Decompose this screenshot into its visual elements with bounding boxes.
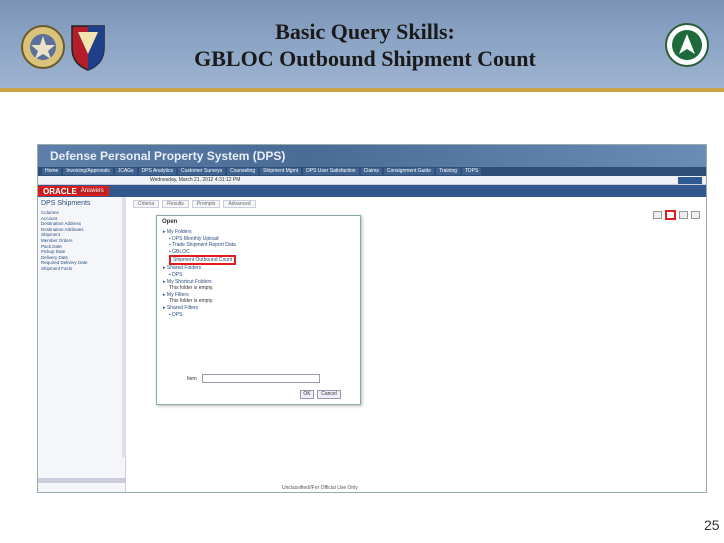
tab-results[interactable]: Results bbox=[162, 200, 189, 208]
tab-criteria[interactable]: Criteria bbox=[133, 200, 160, 208]
tree-folder[interactable]: ▸ My Filters bbox=[163, 292, 353, 299]
footer-classification: Unclassified//For Official Use Only bbox=[282, 485, 358, 491]
nav-tab[interactable]: TDPS bbox=[461, 168, 482, 175]
title-line-1: Basic Query Skills: bbox=[275, 19, 455, 44]
app-title: Defense Personal Property System (DPS) bbox=[50, 149, 286, 163]
tree-item-selected[interactable]: Shipment Outbound Count bbox=[169, 255, 237, 266]
cancel-button[interactable]: Cancel bbox=[317, 390, 341, 399]
tree-item[interactable]: ▪ DPS bbox=[163, 272, 353, 279]
nav-tab[interactable]: DPS User Satisfaction bbox=[303, 168, 359, 175]
tree-item[interactable]: ▪ Trade Shipment Report Data bbox=[163, 242, 353, 249]
tree-label: DPS bbox=[172, 311, 183, 318]
page-number: 25 bbox=[704, 517, 720, 533]
tree-folder[interactable]: ▸ Shared Filters bbox=[163, 305, 353, 312]
sddc-seal-icon bbox=[665, 23, 709, 67]
go-button[interactable] bbox=[678, 177, 702, 184]
tree-label: Trade Shipment Report Data bbox=[172, 242, 236, 249]
nav-tab[interactable]: Claims bbox=[360, 168, 382, 175]
oracle-product-text: Answers bbox=[80, 188, 104, 194]
app-banner: Defense Personal Property System (DPS) bbox=[38, 145, 706, 167]
subject-area-pane: DPS Shipments Columns Account Destinatio… bbox=[38, 197, 126, 492]
request-toolbar bbox=[653, 210, 700, 220]
nav-tab[interactable]: Training bbox=[436, 168, 460, 175]
shield-logo-icon bbox=[71, 25, 105, 71]
tree-label: Shared Folders bbox=[166, 265, 202, 272]
nav-tab[interactable]: Home bbox=[42, 168, 62, 175]
tree-item[interactable]: ▪ GBLOC bbox=[163, 249, 353, 256]
left-pane-scrollbar[interactable] bbox=[122, 197, 126, 457]
print-icon[interactable] bbox=[691, 211, 700, 219]
tree-label: DPS bbox=[172, 271, 183, 278]
tree-label: My Folders bbox=[166, 229, 192, 235]
nav-tab[interactable]: Customer Surveys bbox=[177, 168, 226, 175]
slide-header: Basic Query Skills: GBLOC Outbound Shipm… bbox=[0, 0, 724, 92]
title-line-2: GBLOC Outbound Shipment Count bbox=[194, 46, 536, 71]
tree-label: Shared Filters bbox=[166, 304, 199, 311]
nav-tab[interactable]: Consignment Guide bbox=[383, 168, 435, 175]
nav-tab[interactable]: Invoicing/Approvals bbox=[63, 168, 113, 175]
subject-folder[interactable]: Shipment Facts bbox=[41, 266, 122, 272]
new-request-icon[interactable] bbox=[679, 211, 688, 219]
tree-item[interactable]: ▪ DPS bbox=[163, 312, 353, 319]
oracle-logo-text: ORACLE bbox=[43, 186, 77, 196]
army-seal-icon bbox=[21, 25, 65, 69]
tree-folder[interactable]: ▸ My Shortcut Folders bbox=[163, 279, 353, 286]
tree-folder[interactable]: ▸ Shared Folders bbox=[163, 265, 353, 272]
open-request-icon[interactable] bbox=[665, 210, 676, 220]
tree-item[interactable]: ▪ DPS Monthly Upload bbox=[163, 236, 353, 243]
app-toolbar: Wednesday, March 21, 2012 4:31:12 PM bbox=[38, 176, 706, 185]
tree-label: DPS Monthly Upload bbox=[172, 235, 219, 242]
app-nav-bar: Home Invoicing/Approvals JCAGs DPS Analy… bbox=[38, 167, 706, 176]
item-name-input[interactable] bbox=[202, 374, 320, 383]
empty-folder-text: This folder is empty. bbox=[169, 285, 214, 292]
nav-tab[interactable]: Counseling bbox=[227, 168, 259, 175]
nav-tab[interactable]: Shipment Mgmt bbox=[260, 168, 302, 175]
slide-title: Basic Query Skills: GBLOC Outbound Shipm… bbox=[150, 18, 580, 72]
left-pane-h-scrollbar[interactable] bbox=[38, 478, 126, 483]
tree-label: My Filters bbox=[166, 291, 189, 298]
header-rule bbox=[0, 88, 724, 92]
answers-tabs: Criteria Results Prompts Advanced bbox=[133, 200, 256, 208]
tab-advanced[interactable]: Advanced bbox=[223, 200, 256, 208]
ok-button[interactable]: OK bbox=[300, 390, 314, 399]
folder-tree: ▸ My Folders ▪ DPS Monthly Upload ▪ Trad… bbox=[163, 229, 353, 318]
subject-area-title: DPS Shipments bbox=[41, 200, 91, 207]
nav-tab[interactable]: JCAGs bbox=[114, 168, 137, 175]
tree-label: My Shortcut Folders bbox=[166, 278, 212, 285]
dialog-title: Open bbox=[162, 219, 178, 225]
tree-label: GBLOC bbox=[172, 248, 190, 255]
tree-folder[interactable]: ▸ My Folders bbox=[163, 229, 353, 236]
open-dialog: Open ▸ My Folders ▪ DPS Monthly Upload ▪… bbox=[156, 215, 361, 405]
oracle-bar: ORACLE Answers bbox=[38, 185, 706, 197]
app-screenshot: Defense Personal Property System (DPS) H… bbox=[37, 144, 707, 493]
save-icon[interactable] bbox=[653, 211, 662, 219]
empty-folder-text: This folder is empty. bbox=[169, 298, 214, 305]
nav-tab[interactable]: DPS Analytics bbox=[138, 168, 176, 175]
tab-prompts[interactable]: Prompts bbox=[191, 200, 221, 208]
date-text: Wednesday, March 21, 2012 4:31:12 PM bbox=[150, 177, 241, 183]
item-label: Item bbox=[187, 376, 197, 382]
oracle-answers-logo: ORACLE Answers bbox=[38, 186, 109, 196]
